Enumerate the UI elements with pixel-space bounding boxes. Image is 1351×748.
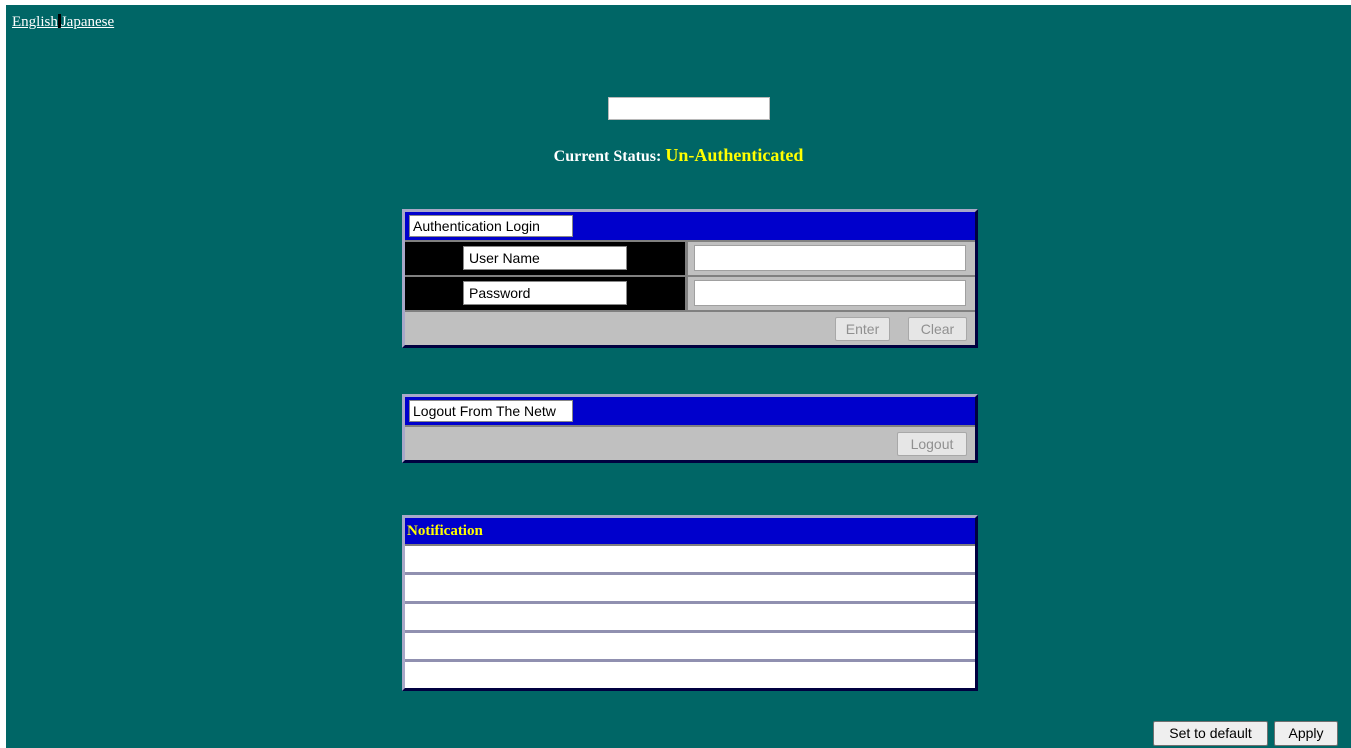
current-status: Current Status: Un-Authenticated xyxy=(6,145,1351,166)
notification-row xyxy=(405,604,975,633)
username-row: User Name xyxy=(405,242,975,277)
logout-panel-header: Logout From The Netw xyxy=(405,397,975,427)
username-label: User Name xyxy=(463,246,627,270)
clear-button[interactable]: Clear xyxy=(908,317,967,341)
logout-button[interactable]: Logout xyxy=(897,432,967,456)
notification-row xyxy=(405,546,975,575)
status-value: Un-Authenticated xyxy=(665,145,804,165)
notification-row xyxy=(405,633,975,662)
login-panel-header: Authentication Login xyxy=(405,212,975,242)
japanese-link[interactable]: Japanese xyxy=(61,14,114,30)
notification-panel: Notification xyxy=(402,515,978,691)
logout-button-row: Logout xyxy=(405,427,975,460)
login-panel: Authentication Login User Name Password … xyxy=(402,209,978,348)
username-input[interactable] xyxy=(694,245,966,271)
password-label: Password xyxy=(463,281,627,305)
login-button-row: Enter Clear xyxy=(405,312,975,345)
notification-title: Notification xyxy=(405,518,975,546)
notification-row xyxy=(405,575,975,604)
apply-button[interactable]: Apply xyxy=(1274,721,1338,746)
page-background: English Japanese Current Status: Un-Authe… xyxy=(6,5,1351,748)
top-blank-box xyxy=(608,97,770,120)
logout-panel-title: Logout From The Netw xyxy=(409,400,573,422)
notification-row xyxy=(405,662,975,688)
username-label-cell: User Name xyxy=(405,242,688,275)
language-links: English Japanese xyxy=(12,14,114,31)
password-label-cell: Password xyxy=(405,277,688,310)
english-link[interactable]: English xyxy=(12,14,58,30)
login-panel-title: Authentication Login xyxy=(409,215,573,237)
logout-panel: Logout From The Netw Logout xyxy=(402,394,978,463)
password-input[interactable] xyxy=(694,280,966,306)
enter-button[interactable]: Enter xyxy=(835,317,890,341)
status-label: Current Status: xyxy=(553,148,662,165)
password-row: Password xyxy=(405,277,975,312)
set-to-default-button[interactable]: Set to default xyxy=(1153,721,1268,746)
